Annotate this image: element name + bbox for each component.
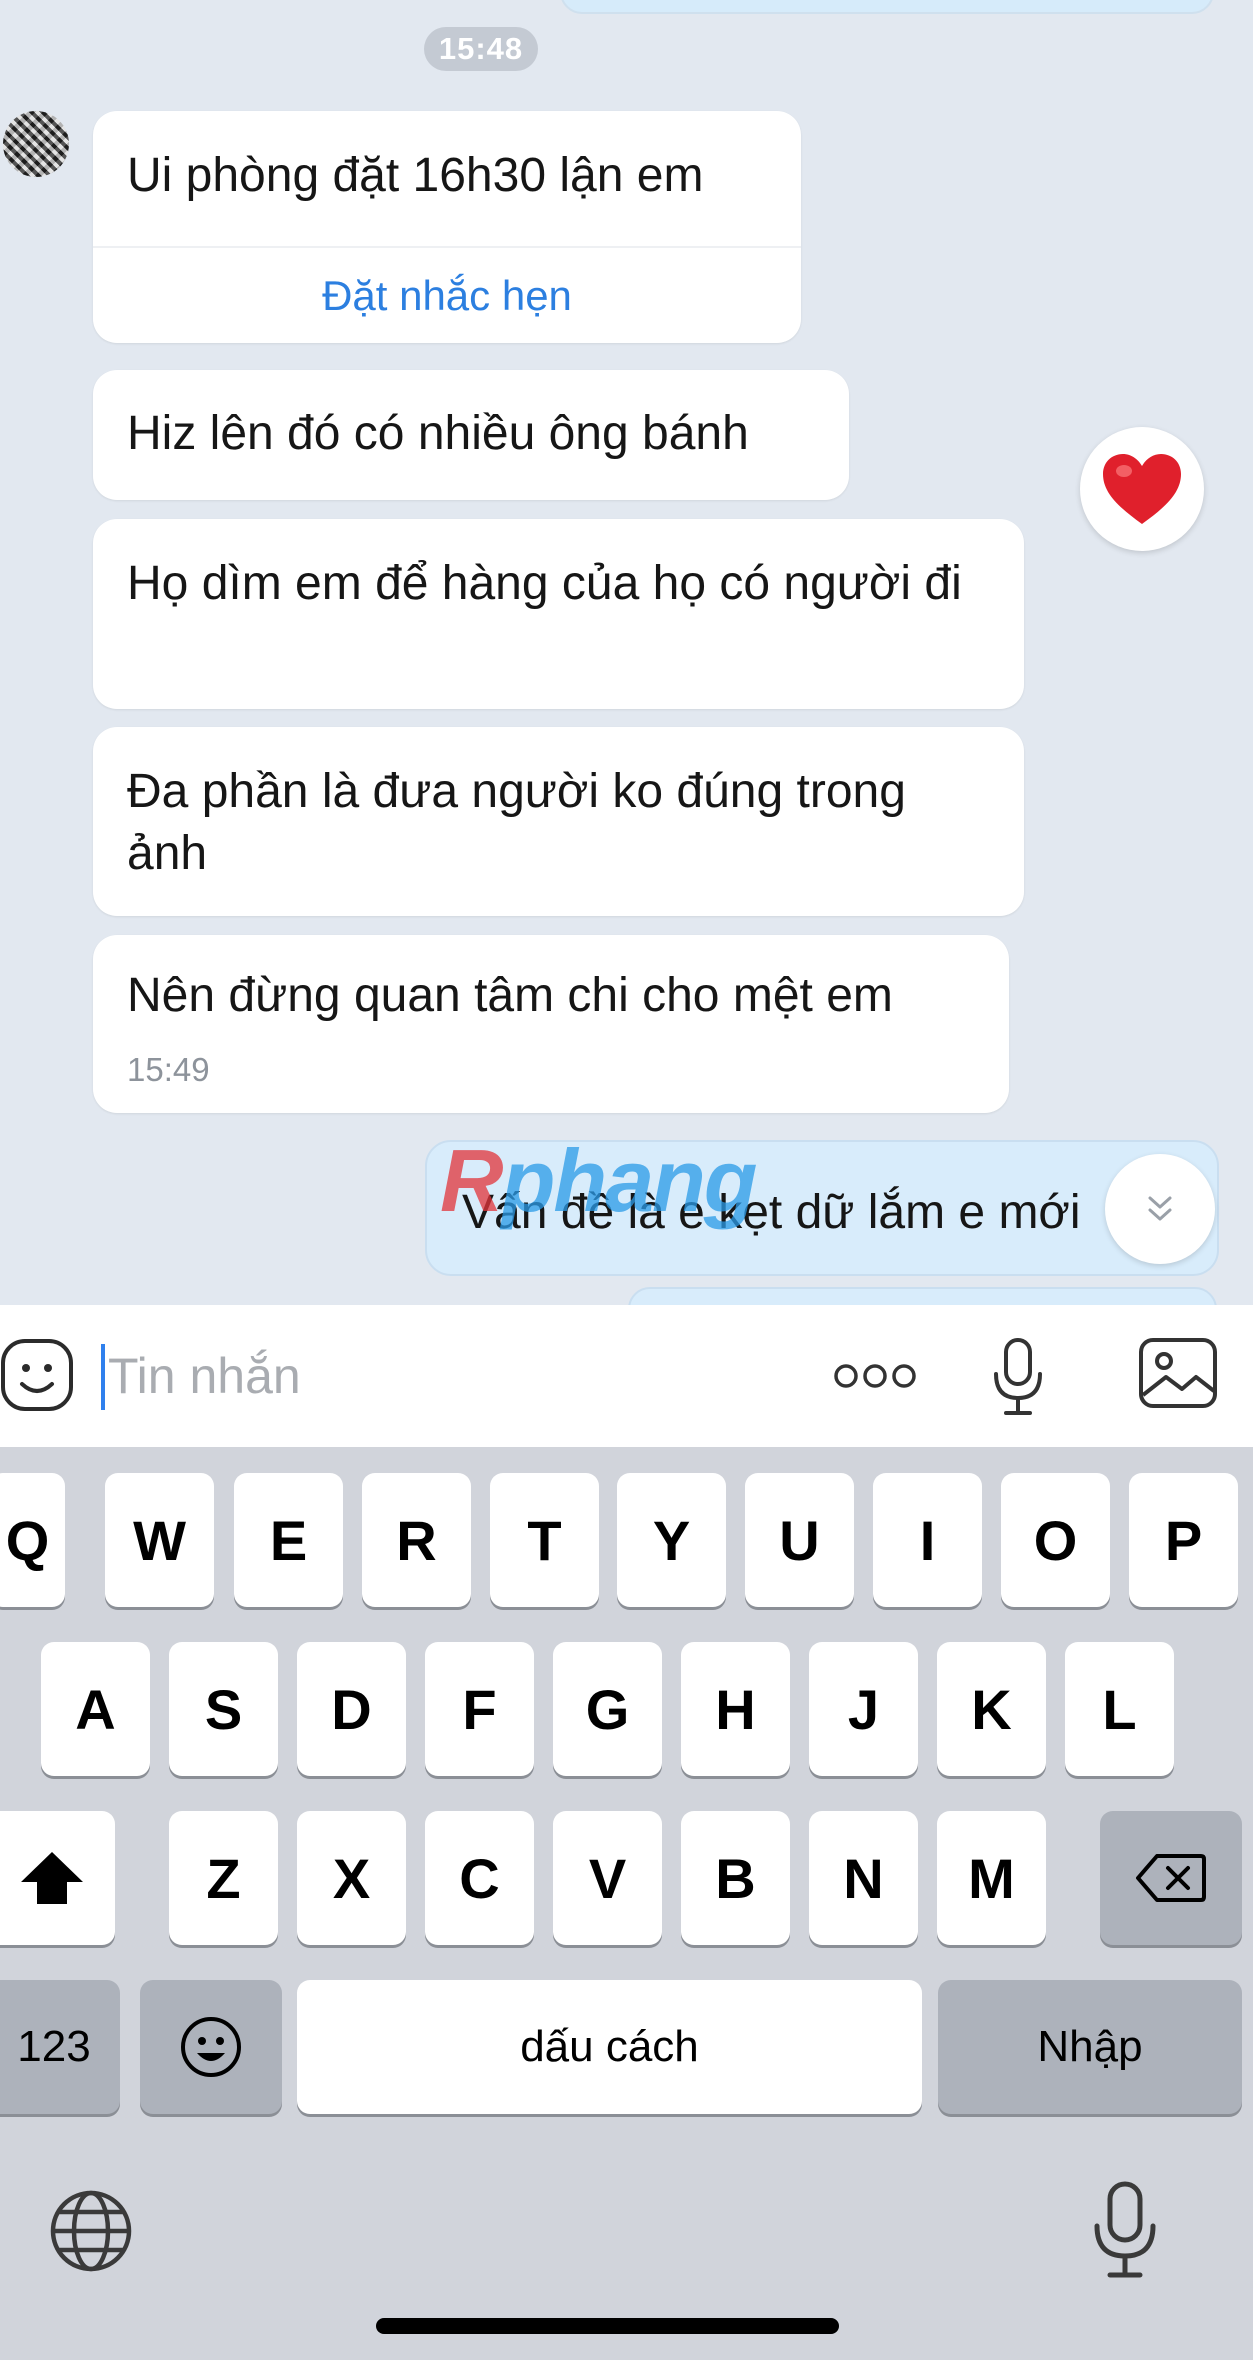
key-p[interactable]: P <box>1129 1473 1238 1607</box>
sticker-icon[interactable] <box>0 1338 74 1412</box>
key-r[interactable]: R <box>362 1473 471 1607</box>
key-y[interactable]: Y <box>617 1473 726 1607</box>
more-icon[interactable] <box>832 1353 918 1399</box>
message-timestamp: 15:49 <box>127 1051 210 1088</box>
emoji-icon <box>181 2017 241 2077</box>
scroll-to-bottom-button[interactable] <box>1105 1154 1215 1264</box>
double-chevron-down-icon <box>1148 1196 1172 1221</box>
space-key[interactable]: dấu cách <box>297 1980 922 2114</box>
watermark-logo: Rphang <box>440 1131 758 1230</box>
keyboard: Q W E R T Y U I O P A S D F G H J K L Z … <box>0 1447 1253 2360</box>
message-text: Họ dìm em để hàng của họ có người đi <box>127 557 962 610</box>
message-bubble[interactable]: Đa phần là đưa người ko đúng trong ảnh <box>93 727 1024 916</box>
image-icon[interactable] <box>1138 1337 1218 1409</box>
message-bubble[interactable]: Nên đừng quan tâm chi cho mệt em 15:49 <box>93 935 1009 1113</box>
key-q[interactable]: Q <box>0 1473 65 1607</box>
return-key[interactable]: Nhập <box>938 1980 1242 2114</box>
message-input[interactable] <box>108 1340 708 1412</box>
key-t[interactable]: T <box>490 1473 599 1607</box>
bubble-divider <box>93 246 801 248</box>
home-indicator[interactable] <box>376 2318 839 2334</box>
key-b[interactable]: B <box>681 1811 790 1945</box>
key-n[interactable]: N <box>809 1811 918 1945</box>
key-g[interactable]: G <box>553 1642 662 1776</box>
key-h[interactable]: H <box>681 1642 790 1776</box>
key-a[interactable]: A <box>41 1642 150 1776</box>
shift-key[interactable] <box>0 1811 115 1945</box>
key-x[interactable]: X <box>297 1811 406 1945</box>
chat-area[interactable]: 15:48 Ui phòng đặt 16h30 lận em Đặt nhắc… <box>0 0 1253 1305</box>
dictation-icon[interactable] <box>1090 2180 1160 2280</box>
globe-icon[interactable] <box>48 2188 134 2274</box>
key-u[interactable]: U <box>745 1473 854 1607</box>
key-e[interactable]: E <box>234 1473 343 1607</box>
text-caret <box>101 1344 105 1410</box>
key-z[interactable]: Z <box>169 1811 278 1945</box>
backspace-icon <box>1136 1854 1206 1902</box>
key-o[interactable]: O <box>1001 1473 1110 1607</box>
key-s[interactable]: S <box>169 1642 278 1776</box>
key-d[interactable]: D <box>297 1642 406 1776</box>
previous-sent-bubble <box>560 0 1214 14</box>
message-bubble[interactable]: Ui phòng đặt 16h30 lận em Đặt nhắc hẹn <box>93 111 801 343</box>
message-text: Nên đừng quan tâm chi cho mệt em <box>127 969 893 1022</box>
key-j[interactable]: J <box>809 1642 918 1776</box>
shift-icon <box>20 1852 83 1904</box>
key-c[interactable]: C <box>425 1811 534 1945</box>
message-text: Ui phòng đặt 16h30 lận em <box>127 149 704 202</box>
set-reminder-link[interactable]: Đặt nhắc hẹn <box>93 266 801 326</box>
emoji-key[interactable] <box>140 1980 282 2114</box>
numbers-key[interactable]: 123 <box>0 1980 120 2114</box>
backspace-key[interactable] <box>1100 1811 1242 1945</box>
microphone-icon[interactable] <box>990 1336 1046 1418</box>
message-bubble[interactable]: Hiz lên đó có nhiều ông bánh <box>93 370 849 500</box>
sent-message-bubble-partial <box>628 1287 1217 1305</box>
reaction-heart-button[interactable] <box>1080 427 1204 551</box>
avatar[interactable] <box>3 111 69 177</box>
key-w[interactable]: W <box>105 1473 214 1607</box>
key-v[interactable]: V <box>553 1811 662 1945</box>
key-k[interactable]: K <box>937 1642 1046 1776</box>
message-text: Đa phần là đưa người ko đúng trong ảnh <box>127 765 906 880</box>
key-f[interactable]: F <box>425 1642 534 1776</box>
heart-icon <box>1103 454 1181 524</box>
message-bubble[interactable]: Họ dìm em để hàng của họ có người đi <box>93 519 1024 709</box>
key-m[interactable]: M <box>937 1811 1046 1945</box>
key-l[interactable]: L <box>1065 1642 1174 1776</box>
time-separator: 15:48 <box>424 27 538 71</box>
message-text: Hiz lên đó có nhiều ông bánh <box>127 407 749 460</box>
key-i[interactable]: I <box>873 1473 982 1607</box>
